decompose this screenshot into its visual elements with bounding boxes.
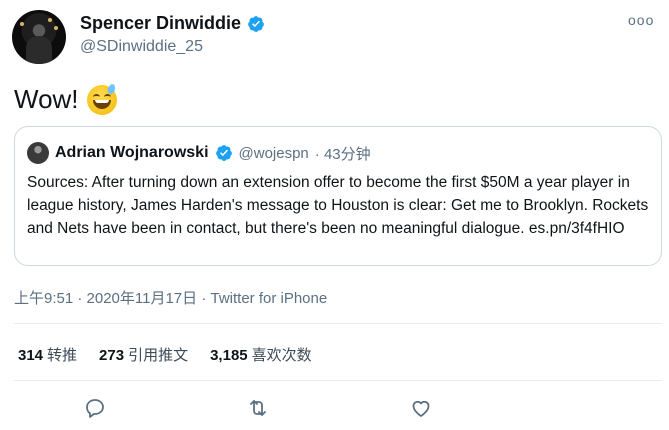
quoted-tweet-time: · 43分钟 bbox=[314, 145, 371, 163]
divider bbox=[14, 380, 662, 381]
tweet-card: Spencer Dinwiddie @SDinwiddie_25 ooo Wow… bbox=[0, 0, 669, 430]
quoted-tweet-header: Adrian Wojnarowski @wojespn · 43分钟 bbox=[27, 142, 371, 164]
reply-icon[interactable] bbox=[83, 396, 107, 420]
quoted-author-name[interactable]: Adrian Wojnarowski bbox=[55, 144, 209, 162]
author-handle[interactable]: @SDinwiddie_25 bbox=[80, 38, 203, 56]
retweets-stat[interactable]: 314 转推 bbox=[18, 344, 77, 365]
retweets-count: 314 bbox=[18, 347, 44, 364]
verified-badge-icon bbox=[248, 15, 264, 32]
avatar-light bbox=[20, 22, 24, 26]
retweets-label: 转推 bbox=[47, 347, 78, 364]
author-avatar[interactable] bbox=[12, 10, 66, 64]
quoted-tweet[interactable]: Adrian Wojnarowski @wojespn · 43分钟 Sourc… bbox=[14, 126, 662, 266]
avatar-light bbox=[54, 26, 58, 30]
likes-label: 喜欢次数 bbox=[251, 347, 312, 364]
author-name-row: Spencer Dinwiddie bbox=[80, 13, 265, 34]
engagement-stats: 314 转推 273 引用推文 3,185 喜欢次数 bbox=[18, 344, 312, 365]
quotes-count: 273 bbox=[99, 347, 125, 364]
divider bbox=[14, 323, 662, 324]
likes-stat[interactable]: 3,185 喜欢次数 bbox=[210, 344, 312, 365]
tweet-text-content: Wow! bbox=[14, 84, 79, 114]
quoted-author-avatar[interactable] bbox=[27, 142, 49, 164]
avatar-figure bbox=[26, 36, 52, 64]
quotes-label: 引用推文 bbox=[128, 347, 189, 364]
tweet-actions-bar bbox=[0, 396, 669, 424]
grinning-face-with-sweat-icon bbox=[86, 82, 117, 115]
quoted-tweet-text: Sources: After turning down an extension… bbox=[27, 174, 649, 237]
avatar-light bbox=[48, 18, 52, 22]
quotes-stat[interactable]: 273 引用推文 bbox=[99, 344, 188, 365]
quoted-author-handle[interactable]: @wojespn bbox=[239, 145, 309, 162]
author-display-name[interactable]: Spencer Dinwiddie bbox=[80, 13, 241, 34]
retweet-icon[interactable] bbox=[246, 396, 270, 420]
tweet-timestamp[interactable]: 上午9:51 · 2020年11月17日 · Twitter for iPhon… bbox=[14, 287, 327, 308]
verified-badge-icon bbox=[215, 145, 232, 161]
tweet-text: Wow! bbox=[14, 82, 117, 115]
more-options-icon[interactable]: ooo bbox=[628, 12, 654, 28]
likes-count: 3,185 bbox=[210, 347, 248, 364]
like-icon[interactable] bbox=[409, 396, 433, 420]
